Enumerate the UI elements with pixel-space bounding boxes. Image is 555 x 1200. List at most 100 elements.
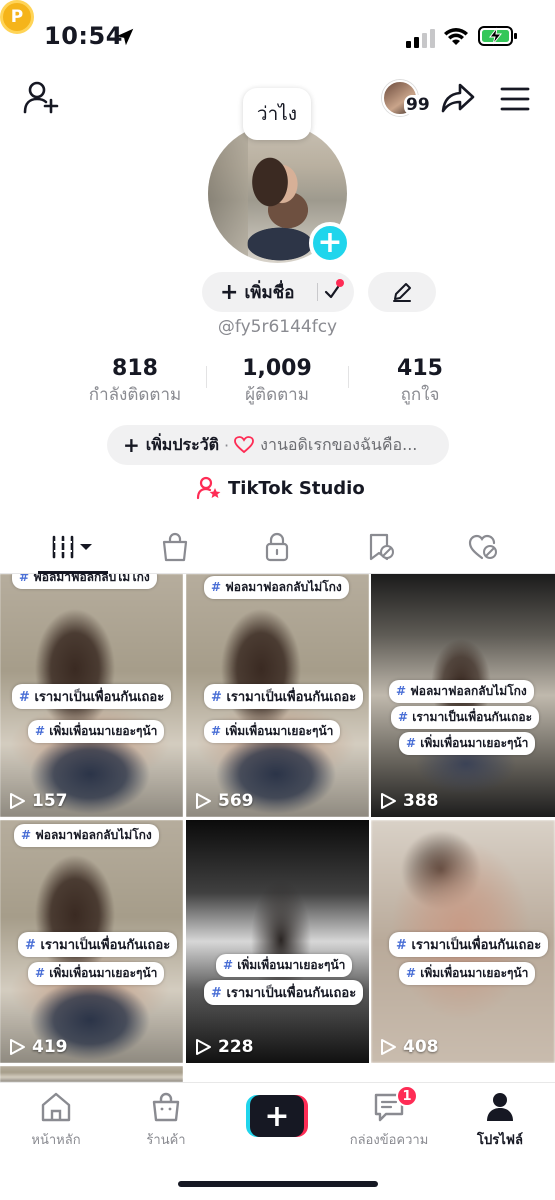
bottom-nav: หน้าหลัก ร้านค้า + กล่องข้อความ 1 โปรไฟล… <box>0 1082 555 1200</box>
hashtag-sticker: # ฟอลมาฟอลกลับไม่โกง <box>204 576 349 599</box>
divider <box>317 283 318 301</box>
video-tile[interactable]: # เพิ่มเพื่อนมาเยอะๆน้า # เรามาเป็นเพื่อ… <box>186 820 369 1063</box>
create-button[interactable]: + <box>246 1095 308 1137</box>
view-count: 388 <box>379 791 439 811</box>
nav-inbox[interactable]: กล่องข้อความ 1 <box>344 1085 434 1150</box>
wifi-icon <box>444 28 468 45</box>
shop-bag-icon <box>152 1092 180 1122</box>
following-stat[interactable]: 818 กำลังติดตาม <box>80 356 190 408</box>
tab-videos[interactable] <box>38 520 108 574</box>
status-note-bubble[interactable]: ว่าไง <box>243 88 311 140</box>
likes-stat[interactable]: 415 ถูกใจ <box>365 356 475 408</box>
liked-heart-icon <box>468 534 497 560</box>
tab-private[interactable] <box>252 520 302 574</box>
inbox-badge: 1 <box>396 1085 418 1107</box>
plus-icon: + <box>123 433 140 457</box>
hashtag-sticker: # เพิ่มเพื่อนมาเยอะๆน้า <box>399 732 536 755</box>
lock-icon <box>265 532 289 562</box>
hashtag-sticker: # เพิ่มเพื่อนมาเยอะๆน้า <box>28 720 165 743</box>
nav-home[interactable]: หน้าหลัก <box>20 1091 92 1150</box>
menu-icon[interactable] <box>500 86 530 112</box>
hashtag-sticker: # ฟอลมาฟอลกลับไม่โกง <box>14 824 159 847</box>
saved-bookmark-icon <box>369 533 394 561</box>
video-tile[interactable]: # ฟอลมาฟอลกลับไม่โกง # เรามาเป็นเพื่อนกั… <box>371 574 555 817</box>
add-bio-label: เพิ่มประวัติ <box>145 434 220 454</box>
video-thumbnail <box>186 820 369 1063</box>
hashtag-sticker: # เรามาเป็นเพื่อนกันเถอะ <box>12 684 172 709</box>
share-icon[interactable] <box>440 82 476 114</box>
username: @fy5r6144fcy <box>217 317 338 337</box>
video-tile[interactable] <box>0 1066 183 1082</box>
tiktok-studio-link[interactable]: TikTok Studio <box>196 476 365 500</box>
nav-profile-label: โปรไฟล์ <box>477 1133 523 1148</box>
nav-shop[interactable]: ร้านค้า <box>130 1091 202 1150</box>
profile-tabs <box>0 520 555 574</box>
tab-saved[interactable] <box>355 520 405 574</box>
add-bio-button[interactable]: + เพิ่มประวัติ · งานอดิเรกของฉันคือ... <box>107 425 449 465</box>
nav-shop-label: ร้านค้า <box>146 1133 186 1148</box>
play-icon <box>10 1039 25 1055</box>
likes-label: ถูกใจ <box>400 385 440 405</box>
play-icon <box>196 1039 211 1055</box>
followers-label: ผู้ติดตาม <box>245 385 309 405</box>
video-tile[interactable]: # ฟอลมาฟอลกลับไม่โกง # เรามาเป็นเพื่อนกั… <box>0 574 183 817</box>
stat-divider <box>206 366 207 388</box>
hashtag-sticker: # เรามาเป็นเพื่อนกันเถอะ <box>18 932 178 957</box>
edit-profile-button[interactable] <box>368 272 436 312</box>
video-tile[interactable]: # ฟอลมาฟอลกลับไม่โกง # เรามาเป็นเพื่อนกั… <box>186 574 369 817</box>
view-count: 408 <box>379 1037 439 1057</box>
following-label: กำลังติดตาม <box>88 385 182 405</box>
following-count: 818 <box>112 356 158 381</box>
likes-count: 415 <box>397 356 443 381</box>
play-icon <box>381 1039 396 1055</box>
nav-home-label: หน้าหลัก <box>31 1133 81 1148</box>
hashtag-sticker: # เพิ่มเพื่อนมาเยอะๆน้า <box>28 962 165 985</box>
creator-star-icon <box>196 476 221 500</box>
hashtag-sticker: # เรามาเป็นเพื่อนกันเถอะ <box>204 980 364 1005</box>
hashtag-sticker: # เรามาเป็นเพื่อนกันเถอะ <box>389 932 549 957</box>
view-count: 228 <box>194 1037 254 1057</box>
video-tile[interactable]: # ฟอลมาฟอลกลับไม่โกง # เรามาเป็นเพื่อนกั… <box>0 820 183 1063</box>
nav-profile[interactable]: โปรไฟล์ <box>462 1091 538 1150</box>
shop-bag-icon <box>162 532 188 562</box>
tab-liked[interactable] <box>458 520 508 574</box>
play-icon <box>381 793 396 809</box>
hashtag-sticker: # ฟอลมาฟอลกลับไม่โกง <box>389 680 534 703</box>
hashtag-sticker: # เพิ่มเพื่อนมาเยอะๆน้า <box>216 954 353 977</box>
hashtag-sticker: # เพิ่มเพื่อนมาเยอะๆน้า <box>399 962 536 985</box>
notification-dot <box>336 279 344 287</box>
hashtag-sticker: # เพิ่มเพื่อนมาเยอะๆน้า <box>204 720 341 743</box>
play-icon <box>10 793 25 809</box>
view-count: 157 <box>8 791 68 811</box>
pencil-icon <box>393 283 411 302</box>
stat-divider <box>348 366 349 388</box>
video-thumbnail <box>0 1066 183 1082</box>
add-name-label: เพิ่มชื่อ <box>244 282 295 303</box>
studio-label: TikTok Studio <box>228 477 365 499</box>
create-button-face: + <box>250 1095 304 1137</box>
add-friend-icon[interactable] <box>22 80 60 116</box>
hashtag-sticker: # เรามาเป็นเพื่อนกันเถอะ <box>204 684 364 709</box>
nav-inbox-label: กล่องข้อความ <box>349 1133 429 1148</box>
profile-person-icon <box>487 1093 513 1121</box>
heart-outline-icon <box>234 436 255 454</box>
home-icon <box>41 1092 71 1122</box>
hashtag-sticker: # ฟอลมาฟอลกลับไม่โกง <box>12 574 157 589</box>
avatar-add-button[interactable]: + <box>309 222 351 264</box>
location-arrow-icon <box>116 28 134 46</box>
cellular-signal-icon <box>406 29 435 48</box>
home-indicator <box>178 1181 378 1187</box>
play-icon <box>196 793 211 809</box>
view-count: 569 <box>194 791 254 811</box>
followers-stat[interactable]: 1,009 ผู้ติดตาม <box>222 356 332 408</box>
video-tile[interactable]: # เรามาเป็นเพื่อนกันเถอะ # เพิ่มเพื่อนมา… <box>371 820 555 1063</box>
hobby-prompt: งานอดิเรกของฉันคือ... <box>260 434 418 454</box>
status-time: 10:54 <box>44 22 123 50</box>
profile-visitors-count: 99 <box>404 95 432 115</box>
hashtag-sticker: # เรามาเป็นเพื่อนกันเถอะ <box>391 706 540 729</box>
view-count: 419 <box>8 1037 68 1057</box>
followers-count: 1,009 <box>242 356 312 381</box>
battery-charging-icon <box>478 26 517 46</box>
status-bar: 10:54 <box>0 0 555 74</box>
tab-shop[interactable] <box>150 520 200 574</box>
